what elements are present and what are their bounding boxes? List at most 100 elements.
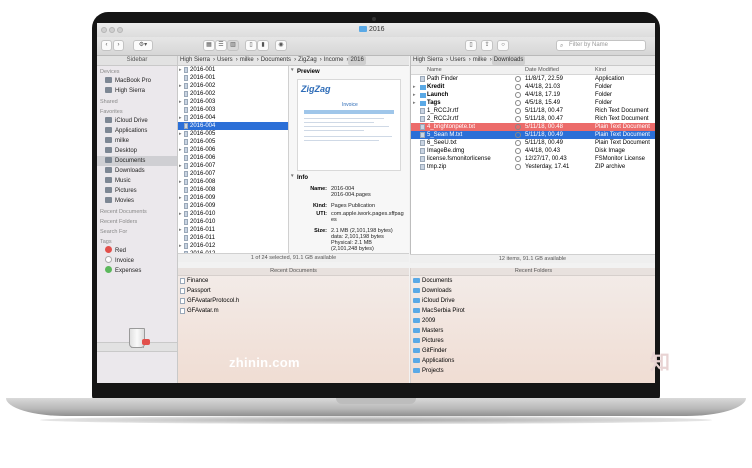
disclosure-triangle-icon[interactable]: ▸ bbox=[413, 83, 416, 91]
recent-folder-item[interactable]: GitFinder bbox=[411, 346, 655, 356]
disclosure-triangle-icon[interactable]: ▸ bbox=[179, 242, 182, 250]
file-row[interactable]: ▸ 2016-006 bbox=[178, 146, 288, 154]
recent-folder-item[interactable]: 2009 bbox=[411, 316, 655, 326]
sidebar-item-high-sierra[interactable]: High Sierra bbox=[97, 86, 177, 96]
single-pane-button[interactable]: ▮ bbox=[257, 40, 269, 51]
recent-document-item[interactable]: Passport bbox=[178, 286, 409, 296]
tag-invoice[interactable]: Invoice bbox=[97, 256, 177, 266]
recent-folder-item[interactable]: Masters bbox=[411, 326, 655, 336]
filter-search-field[interactable]: ⌕ Filter by Name bbox=[556, 40, 646, 51]
recent-folders-title[interactable]: Recent Folders bbox=[411, 268, 655, 276]
trash-icon[interactable] bbox=[129, 328, 145, 348]
recent-documents-title[interactable]: Recent Documents bbox=[178, 268, 409, 276]
file-row[interactable]: ▸ 2016-010 bbox=[178, 210, 288, 218]
recent-folder-item[interactable]: MacSerbia Pirot bbox=[411, 306, 655, 316]
quicklook-button[interactable]: ◉ bbox=[275, 40, 287, 51]
path-crumb-current[interactable]: Downloads bbox=[491, 56, 526, 65]
disclosure-triangle-icon[interactable]: ▸ bbox=[179, 146, 182, 154]
file-row[interactable]: Path Finder 11/8/17, 22.59 Application bbox=[411, 75, 655, 83]
file-row[interactable]: ▸ Launch 4/4/18, 17.19 Folder bbox=[411, 91, 655, 99]
view-list-button[interactable]: ☰ bbox=[215, 40, 227, 51]
tag-red[interactable]: Red bbox=[97, 246, 177, 256]
file-row[interactable]: ▸ 2016-002 bbox=[178, 82, 288, 90]
action-gear-button[interactable]: ⚙▾ bbox=[133, 40, 153, 51]
file-row[interactable]: 2016-004 bbox=[178, 122, 288, 130]
view-columns-button[interactable]: ▥ bbox=[227, 40, 239, 51]
disclosure-triangle-icon[interactable]: ▸ bbox=[179, 82, 182, 90]
file-row[interactable]: 2016-006 bbox=[178, 154, 288, 162]
recent-folder-item[interactable]: Applications bbox=[411, 356, 655, 366]
file-row[interactable]: 2016-009 bbox=[178, 202, 288, 210]
recent-folder-item[interactable]: Projects bbox=[411, 366, 655, 376]
column-name[interactable]: Name bbox=[427, 66, 442, 74]
minimize-window-button[interactable] bbox=[109, 27, 115, 33]
recent-folder-item[interactable]: Documents bbox=[411, 276, 655, 286]
file-row[interactable]: tmp.zip Yesterday, 17.41 ZIP archive bbox=[411, 163, 655, 171]
file-row[interactable]: ▸ 2016-003 bbox=[178, 98, 288, 106]
recent-document-item[interactable]: GFAvatarProtocol.h bbox=[178, 296, 409, 306]
recent-folder-item[interactable]: iCloud Drive bbox=[411, 296, 655, 306]
disclosure-triangle-icon[interactable]: ▸ bbox=[179, 226, 182, 234]
zoom-window-button[interactable] bbox=[117, 27, 123, 33]
disclosure-triangle-icon[interactable]: ▸ bbox=[179, 210, 182, 218]
file-row[interactable]: ▸ 2016-012 bbox=[178, 242, 288, 250]
file-row[interactable]: 2016-002 bbox=[178, 90, 288, 98]
file-row[interactable]: 2016-011 bbox=[178, 234, 288, 242]
recent-folders-header[interactable]: Recent Folders bbox=[97, 216, 177, 226]
dual-pane-button[interactable]: ▯ bbox=[245, 40, 257, 51]
preview-header[interactable]: ▾ Preview bbox=[289, 66, 409, 77]
sidebar-item-documents[interactable]: Documents bbox=[97, 156, 177, 166]
disclosure-triangle-icon[interactable]: ▸ bbox=[179, 162, 182, 170]
path-crumb[interactable]: ZigZag bbox=[296, 56, 319, 65]
file-row[interactable]: 1_RCCJr.rtf 5/11/18, 00.47 Rich Text Docum… bbox=[411, 107, 655, 115]
path-crumb-current[interactable]: 2016 bbox=[348, 56, 366, 65]
info-header[interactable]: ▾ Info bbox=[289, 172, 308, 183]
file-row[interactable]: 2016-008 bbox=[178, 186, 288, 194]
path-crumb[interactable]: Users bbox=[448, 56, 468, 65]
disclosure-triangle-icon[interactable]: ▸ bbox=[413, 99, 416, 107]
file-row[interactable]: ▸ Tags 4/5/18, 15.49 Folder bbox=[411, 99, 655, 107]
path-crumb[interactable]: Documents bbox=[259, 56, 293, 65]
disclosure-triangle-icon[interactable]: ▸ bbox=[179, 98, 182, 106]
tag-expenses[interactable]: Expenses bbox=[97, 266, 177, 276]
file-row[interactable]: ▸ 2016-009 bbox=[178, 194, 288, 202]
path-crumb[interactable]: High Sierra bbox=[411, 56, 445, 65]
file-row[interactable]: license.fsmonitorlicense 12/27/17, 00.43 F… bbox=[411, 155, 655, 163]
sidebar-item-movies[interactable]: Movies bbox=[97, 196, 177, 206]
share-button[interactable]: ⇪ bbox=[481, 40, 493, 51]
file-row[interactable]: ▸ 2016-004 bbox=[178, 114, 288, 122]
path-crumb[interactable]: High Sierra bbox=[178, 56, 212, 65]
sidebar-item-music[interactable]: Music bbox=[97, 176, 177, 186]
sidebar-item-desktop[interactable]: Desktop bbox=[97, 146, 177, 156]
file-row[interactable]: ▸ 2016-005 bbox=[178, 130, 288, 138]
file-row[interactable]: 5_Sean M.txt 5/11/18, 00.49 Plain Text Doc… bbox=[411, 131, 655, 139]
recent-folder-item[interactable]: Pictures bbox=[411, 336, 655, 346]
file-row[interactable]: 2016-007 bbox=[178, 170, 288, 178]
sidebar-item-macbook-pro[interactable]: MacBook Pro bbox=[97, 76, 177, 86]
disclosure-triangle-icon[interactable]: ▸ bbox=[179, 130, 182, 138]
sidebar-item-milke[interactable]: milke bbox=[97, 136, 177, 146]
disclosure-triangle-icon[interactable]: ▸ bbox=[413, 91, 416, 99]
back-button[interactable]: ‹ bbox=[101, 40, 112, 51]
sidebar-toggle[interactable]: Sidebar bbox=[97, 56, 177, 66]
file-row[interactable]: ▸ Kredit 4/4/18, 21.03 Folder bbox=[411, 83, 655, 91]
file-row[interactable]: ImageBe.dmg 4/4/18, 00.43 Disk Image bbox=[411, 147, 655, 155]
sidebar-item-applications[interactable]: Applications bbox=[97, 126, 177, 136]
view-icons-button[interactable]: ▦ bbox=[203, 40, 215, 51]
column-kind[interactable]: Kind bbox=[595, 66, 606, 74]
recent-document-item[interactable]: GFAvatar.m bbox=[178, 306, 409, 316]
file-row[interactable]: ▸ 2016-011 bbox=[178, 226, 288, 234]
file-row[interactable]: 4_brightonpete.txt 5/11/18, 00.48 Plain Te… bbox=[411, 123, 655, 131]
path-crumb[interactable]: Income bbox=[322, 56, 346, 65]
file-row[interactable]: 6_SeeU.txt 5/11/18, 00.49 Plain Text Docum… bbox=[411, 139, 655, 147]
file-row[interactable]: ▸ 2016-001 bbox=[178, 66, 288, 74]
file-row[interactable]: 2016-003 bbox=[178, 106, 288, 114]
disclosure-triangle-icon[interactable]: ▸ bbox=[179, 114, 182, 122]
path-crumb[interactable]: Users bbox=[215, 56, 235, 65]
path-crumb[interactable]: milke bbox=[238, 56, 256, 65]
forward-button[interactable]: › bbox=[113, 40, 124, 51]
file-row[interactable]: ▸ 2016-007 bbox=[178, 162, 288, 170]
sidebar-item-downloads[interactable]: Downloads bbox=[97, 166, 177, 176]
path-crumb[interactable]: milke bbox=[471, 56, 489, 65]
file-row[interactable]: 2016-001 bbox=[178, 74, 288, 82]
